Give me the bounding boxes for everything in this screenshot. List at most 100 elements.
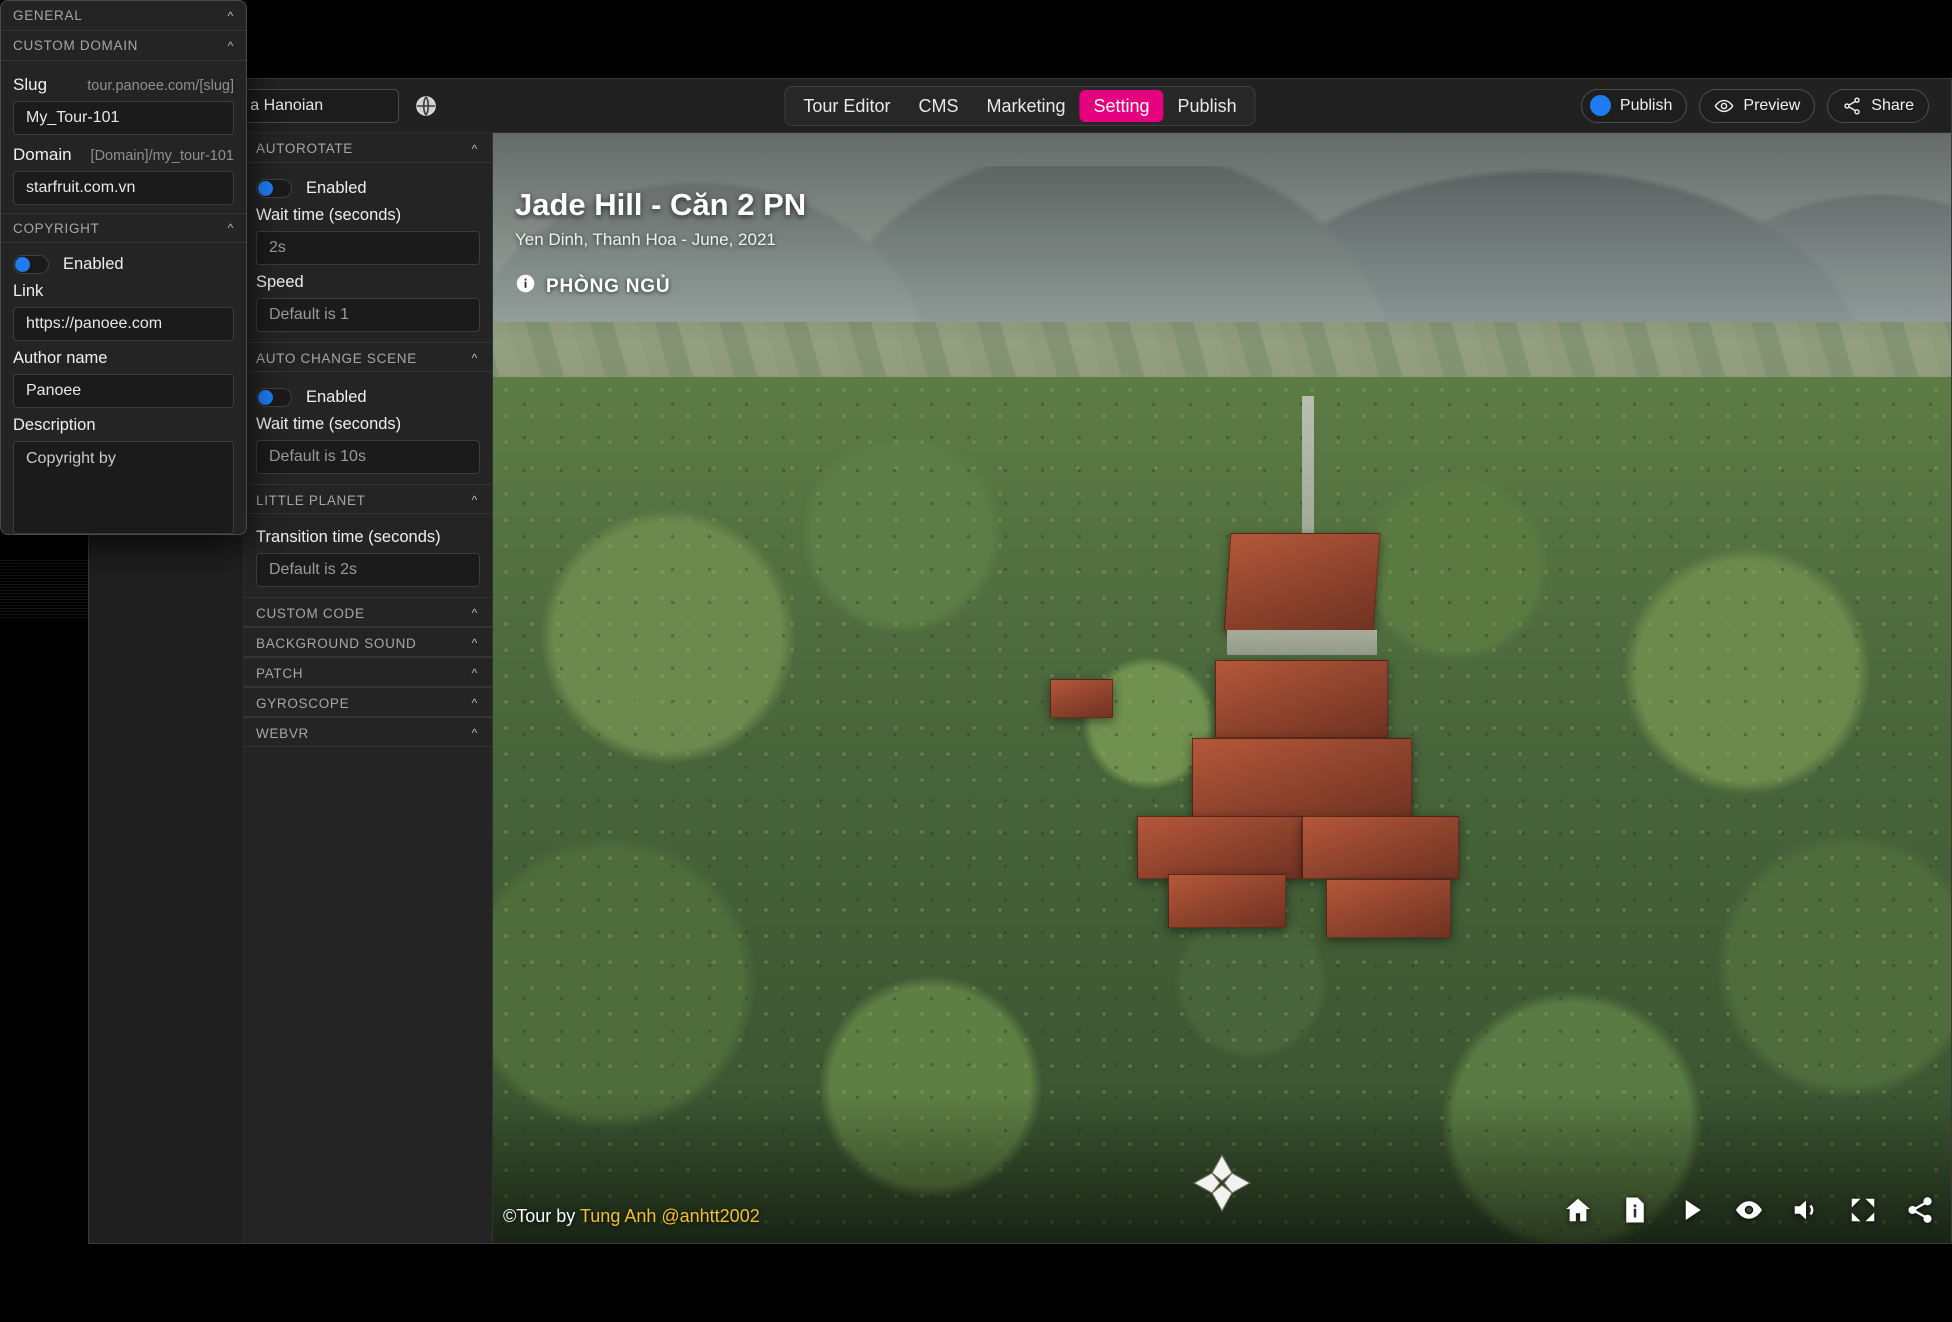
copyright-link-input[interactable] [13,307,234,341]
domain-input[interactable] [13,171,234,205]
overlay-section-header-general[interactable]: GENERAL ^ [1,1,246,31]
chevron-up-icon: ^ [471,351,478,365]
section-title-custom-code: CUSTOM CODE [256,605,365,621]
copyright-enabled-row[interactable]: Enabled [13,255,234,274]
slug-input[interactable] [13,101,234,135]
section-title-auto-change-scene: AUTO CHANGE SCENE [256,350,417,366]
eye-icon[interactable] [1734,1195,1764,1225]
section-header-gyroscope[interactable]: GYROSCOPE ^ [244,687,492,717]
tab-setting[interactable]: Setting [1079,89,1164,122]
share-button[interactable]: Share [1827,88,1929,123]
copyright-author-label: Author name [13,349,108,367]
section-header-little-planet[interactable]: LITTLE PLANET ^ [244,484,492,514]
autorotate-speed-label: Speed [256,273,304,291]
preview-button[interactable]: Preview [1699,88,1816,123]
tour-credit-author[interactable]: Tung Anh @anhtt2002 [580,1206,760,1226]
tab-publish[interactable]: Publish [1164,90,1251,122]
scene-subtitle: Yen Dinh, Thanh Hoa - June, 2021 [515,230,776,249]
overlay-section-header-copyright[interactable]: COPYRIGHT ^ [1,213,246,243]
info-document-icon[interactable] [1620,1195,1650,1225]
fullscreen-icon[interactable] [1848,1195,1878,1225]
copyright-link-label: Link [13,282,44,300]
section-body-little-planet: Transition time (seconds) [244,514,492,597]
copyright-toggle-label: Enabled [63,255,124,273]
overlay-section-header-custom-domain[interactable]: CUSTOM DOMAIN ^ [1,31,246,61]
settings-panel: AUTOROTATE ^ Enabled Wait time (seconds)… [244,133,493,1243]
autorotate-toggle-label: Enabled [306,179,367,197]
scene-title: Jade Hill - Căn 2 PN [515,187,807,222]
play-icon[interactable] [1677,1195,1707,1225]
scene-hotspot-text: PHÒNG NGỦ [546,275,671,297]
scene-hotspot-label[interactable]: PHÒNG NGỦ [515,273,670,300]
auto-change-scene-wait-input[interactable] [256,440,480,474]
autorotate-toggle[interactable] [256,179,292,198]
tab-cms[interactable]: CMS [904,90,972,122]
domain-label-row: Domain [Domain]/my_tour-101 [13,145,234,165]
tour-credit-prefix: ©Tour by [503,1206,580,1226]
main-nav-tabs: Tour Editor CMS Marketing Setting Publis… [784,85,1256,126]
screen: Tour Editor CMS Marketing Setting Publis… [0,0,1952,1322]
slug-hint: tour.panoee.com/[slug] [87,78,234,94]
domain-hint: [Domain]/my_tour-101 [90,148,234,164]
globe-icon[interactable] [413,93,439,119]
overlay-section-title-copyright: COPYRIGHT [13,220,100,236]
copyright-author-input[interactable] [13,374,234,408]
section-header-auto-change-scene[interactable]: AUTO CHANGE SCENE ^ [244,342,492,372]
slug-label-row: Slug tour.panoee.com/[slug] [13,75,234,95]
autorotate-wait-label: Wait time (seconds) [256,206,402,224]
slug-label: Slug [13,75,48,94]
topbar-actions: Publish Preview Share [1580,88,1929,123]
chevron-up-icon: ^ [227,38,234,53]
four-way-nav-icon[interactable] [1190,1151,1254,1215]
panorama-viewer[interactable]: Jade Hill - Căn 2 PN Yen Dinh, Thanh Hoa… [493,133,1951,1243]
autorotate-enabled-row[interactable]: Enabled [256,179,480,198]
app-window: Tour Editor CMS Marketing Setting Publis… [88,78,1952,1244]
autorotate-speed-input[interactable] [256,298,480,332]
publish-button[interactable]: Publish [1580,88,1688,123]
chevron-up-icon: ^ [471,141,478,156]
temple-complex [1049,395,1601,1021]
eye-icon [1714,96,1734,116]
section-title-webvr: WEBVR [256,725,310,741]
section-title-background-sound: BACKGROUND SOUND [256,635,417,651]
copyright-description-input[interactable] [13,441,234,534]
viewer-toolbar [1563,1195,1935,1225]
publish-button-label: Publish [1619,96,1673,114]
tab-tour-editor[interactable]: Tour Editor [789,90,904,122]
chevron-up-icon: ^ [471,493,478,507]
section-title-little-planet: LITTLE PLANET [256,492,366,508]
section-header-custom-code[interactable]: CUSTOM CODE ^ [244,597,492,627]
section-header-webvr[interactable]: WEBVR ^ [244,717,492,747]
chevron-up-icon: ^ [227,221,234,235]
auto-change-scene-enabled-row[interactable]: Enabled [256,388,480,407]
little-planet-transition-input[interactable] [256,553,480,587]
overlay-section-body-custom-domain: Slug tour.panoee.com/[slug] Domain [Doma… [1,61,246,213]
section-title-gyroscope: GYROSCOPE [256,695,350,711]
section-header-background-sound[interactable]: BACKGROUND SOUND ^ [244,627,492,657]
chevron-up-icon: ^ [471,726,478,740]
chevron-up-icon: ^ [471,696,478,710]
home-icon[interactable] [1563,1195,1593,1225]
section-title-patch: PATCH [256,665,304,681]
copyright-description-label: Description [13,416,96,434]
volume-icon[interactable] [1791,1195,1821,1225]
tab-marketing[interactable]: Marketing [972,90,1079,122]
section-header-autorotate[interactable]: AUTOROTATE ^ [244,133,492,163]
autorotate-wait-input[interactable] [256,231,480,265]
copyright-toggle[interactable] [13,255,49,274]
chevron-up-icon: ^ [471,606,478,620]
chevron-up-icon: ^ [471,636,478,650]
overlay-section-title-custom-domain: CUSTOM DOMAIN [13,38,139,53]
section-body-auto-change-scene: Enabled Wait time (seconds) [244,372,492,484]
domain-label: Domain [13,145,72,164]
tour-credit: ©Tour by Tung Anh @anhtt2002 [503,1206,760,1227]
publish-status-dot [1589,95,1611,116]
chevron-up-icon: ^ [227,8,234,23]
share-icon[interactable] [1905,1195,1935,1225]
auto-change-scene-toggle-label: Enabled [306,388,367,406]
auto-change-scene-toggle[interactable] [256,388,292,407]
share-button-label: Share [1871,96,1914,114]
screen-noise-artifact-left [0,560,90,620]
preview-button-label: Preview [1743,96,1801,114]
section-header-patch[interactable]: PATCH ^ [244,657,492,687]
